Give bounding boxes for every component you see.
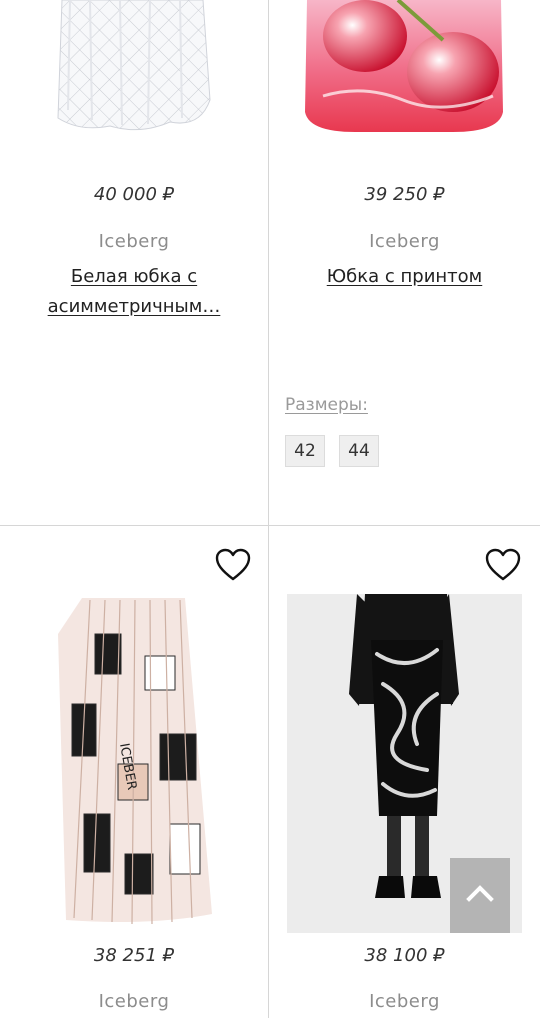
product-grid: 40 000 ₽ Iceberg Белая юбка с асимметрич…	[0, 0, 540, 1018]
product-price: 38 251 ₽	[93, 945, 175, 966]
product-brand: Iceberg	[369, 231, 440, 252]
product-title-text[interactable]: Юбка с принтом	[327, 266, 483, 287]
heart-icon[interactable]	[215, 548, 251, 582]
product-image[interactable]	[50, 0, 215, 135]
product-title-text[interactable]: Белая юбка с асимметричным…	[48, 266, 221, 317]
size-option-44[interactable]: 44	[339, 435, 379, 467]
heart-icon[interactable]	[485, 548, 521, 582]
sizes-label[interactable]: Размеры:	[285, 395, 368, 415]
product-title-link[interactable]: Белая юбка с асимметричным…	[38, 262, 230, 322]
product-brand: Iceberg	[98, 991, 170, 1012]
product-price: 39 250 ₽	[364, 184, 445, 205]
scroll-to-top-button[interactable]	[450, 858, 510, 933]
size-option-42[interactable]: 42	[285, 435, 325, 467]
product-card[interactable]: ICEBER 38 251 ₽ Iceberg	[0, 526, 268, 1018]
chevron-up-icon	[466, 885, 494, 902]
product-card[interactable]: 38 100 ₽ Iceberg	[269, 526, 540, 1018]
product-price: 40 000 ₽	[93, 184, 175, 205]
product-brand: Iceberg	[369, 991, 440, 1012]
product-card[interactable]: 40 000 ₽ Iceberg Белая юбка с асимметрич…	[0, 0, 268, 525]
product-image[interactable]: ICEBER	[0, 594, 265, 934]
product-image[interactable]	[303, 0, 505, 135]
product-card[interactable]: 39 250 ₽ Iceberg Юбка с принтом Размеры:…	[269, 0, 540, 525]
product-brand: Iceberg	[98, 231, 170, 252]
product-price: 38 100 ₽	[364, 945, 445, 966]
product-title-link[interactable]: Юбка с принтом	[269, 262, 540, 292]
